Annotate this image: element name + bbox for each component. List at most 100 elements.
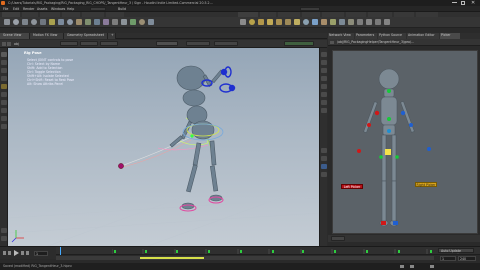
prev-key-icon[interactable] — [8, 251, 11, 255]
shading-menu[interactable] — [284, 41, 314, 46]
volume-light-icon[interactable] — [285, 19, 291, 25]
persp-menu[interactable] — [60, 41, 78, 46]
caustic-light-icon[interactable] — [330, 19, 336, 25]
current-frame[interactable]: 1 — [34, 251, 48, 256]
scale-tool-icon[interactable] — [1, 76, 7, 81]
left-picker-label[interactable]: Left Picker — [341, 184, 363, 189]
brush-tool-icon[interactable] — [1, 108, 7, 113]
metaball-icon[interactable] — [139, 19, 145, 25]
shadows-icon[interactable] — [321, 100, 327, 105]
path-icon[interactable] — [94, 19, 100, 25]
switcher-icon[interactable] — [375, 19, 381, 25]
timeline-strip[interactable]: Auto Update — [56, 247, 480, 255]
spray-paint-icon[interactable] — [103, 19, 109, 25]
character-rig[interactable] — [169, 65, 224, 210]
ghost-icon[interactable] — [321, 172, 327, 177]
ortho-view-icon[interactable] — [321, 68, 327, 73]
pin-tool-icon[interactable] — [1, 228, 7, 233]
wireframe-icon[interactable] — [321, 76, 327, 81]
shoulder-r-control-icon[interactable] — [400, 110, 406, 116]
file-icon[interactable] — [148, 19, 154, 25]
display-points-icon[interactable] — [321, 148, 327, 153]
lock-tool-icon[interactable] — [1, 236, 7, 241]
display-bones-icon[interactable] — [321, 164, 327, 169]
rotate-tool-icon[interactable] — [1, 68, 7, 73]
arm-controls[interactable] — [201, 66, 236, 93]
draw-curve-icon[interactable] — [85, 19, 91, 25]
lighting-icon[interactable] — [321, 92, 327, 97]
curve-icon[interactable] — [76, 19, 82, 25]
menu-render[interactable]: Render — [23, 7, 34, 11]
range-start[interactable]: 1 — [440, 256, 456, 261]
range-slider[interactable] — [56, 256, 434, 260]
build-label[interactable]: Build — [118, 7, 126, 11]
playhead[interactable] — [60, 247, 61, 255]
first-frame-icon[interactable] — [3, 251, 6, 255]
display-menu[interactable] — [100, 41, 118, 46]
right-picker-label[interactable]: Right Picker — [415, 182, 437, 187]
autosave-toggle[interactable] — [300, 7, 320, 11]
geometry-light-icon[interactable] — [276, 19, 282, 25]
view-options-button[interactable] — [156, 41, 178, 46]
handle-tool-icon[interactable] — [1, 92, 7, 97]
circle-icon[interactable] — [67, 19, 73, 25]
picker-path[interactable]: /obj/RIG_PackagingHelper/TangentHeur_3/g… — [337, 40, 414, 44]
sky-light-icon[interactable] — [312, 19, 318, 25]
display-normals-icon[interactable] — [321, 156, 327, 161]
sphere-icon[interactable] — [13, 19, 19, 25]
box-icon[interactable] — [4, 19, 10, 25]
picker-mode-button[interactable] — [331, 236, 345, 241]
spine-control-icon[interactable] — [387, 129, 391, 133]
point-light-icon[interactable] — [249, 19, 255, 25]
move-tool-icon[interactable] — [1, 60, 7, 65]
pose-tool-icon[interactable] — [1, 84, 7, 89]
annotation-tool-icon[interactable] — [1, 124, 7, 129]
font-icon[interactable] — [112, 19, 118, 25]
vr-camera-icon[interactable] — [366, 19, 372, 25]
auto-update-button[interactable]: Auto Update — [438, 248, 474, 253]
handle-options[interactable] — [214, 41, 238, 46]
foot-r-control-icon[interactable] — [393, 221, 398, 225]
hand-control-icon[interactable] — [190, 134, 194, 138]
menu-help[interactable]: Help — [67, 7, 74, 11]
back-icon[interactable] — [2, 42, 6, 46]
minimize-icon[interactable] — [452, 2, 457, 3]
camera-menu[interactable] — [80, 41, 98, 46]
shaded-icon[interactable] — [321, 84, 327, 89]
hand-r-control-icon[interactable] — [427, 147, 431, 151]
hip-l-control-icon[interactable] — [379, 155, 383, 159]
menu-assets[interactable]: Assets — [37, 7, 47, 11]
gi-light-icon[interactable] — [321, 19, 327, 25]
hip-r-control-icon[interactable] — [395, 155, 399, 159]
torus-icon[interactable] — [31, 19, 37, 25]
last-frame-icon[interactable] — [26, 251, 29, 255]
area-light-icon[interactable] — [267, 19, 273, 25]
forward-icon[interactable] — [7, 42, 11, 46]
hip-control-icon[interactable] — [385, 149, 391, 155]
home-view-icon[interactable] — [321, 52, 327, 57]
maximize-icon[interactable] — [461, 1, 465, 5]
select-tool-icon[interactable] — [1, 52, 7, 57]
network-path[interactable]: obj — [14, 42, 19, 46]
hand-l-control-icon[interactable] — [357, 149, 361, 153]
l-system-icon[interactable] — [130, 19, 136, 25]
elbow-r-control-icon[interactable] — [409, 123, 413, 127]
menu-file[interactable]: File — [3, 7, 8, 11]
scope-icon[interactable] — [410, 265, 414, 268]
tab-motion-fx-view[interactable]: Motion FX View — [30, 33, 64, 39]
elbow-l-control-icon[interactable] — [367, 123, 371, 127]
portal-light-icon[interactable] — [339, 19, 345, 25]
tab-scene-view[interactable]: Scene View — [0, 33, 30, 39]
view-tool-icon[interactable] — [1, 100, 7, 105]
null-icon[interactable] — [49, 19, 55, 25]
menu-edit[interactable]: Edit — [13, 7, 19, 11]
ambient-light-icon[interactable] — [348, 19, 354, 25]
measure-tool-icon[interactable] — [1, 116, 7, 121]
platonic-icon[interactable] — [121, 19, 127, 25]
tab-geometry-spreadsheet[interactable]: Geometry Spreadsheet — [64, 33, 108, 39]
next-key-icon[interactable] — [21, 251, 24, 255]
camera-icon[interactable] — [240, 19, 246, 25]
stereo-camera-icon[interactable] — [357, 19, 363, 25]
back-icon[interactable] — [330, 41, 334, 44]
gamepad-camera-icon[interactable] — [384, 19, 390, 25]
